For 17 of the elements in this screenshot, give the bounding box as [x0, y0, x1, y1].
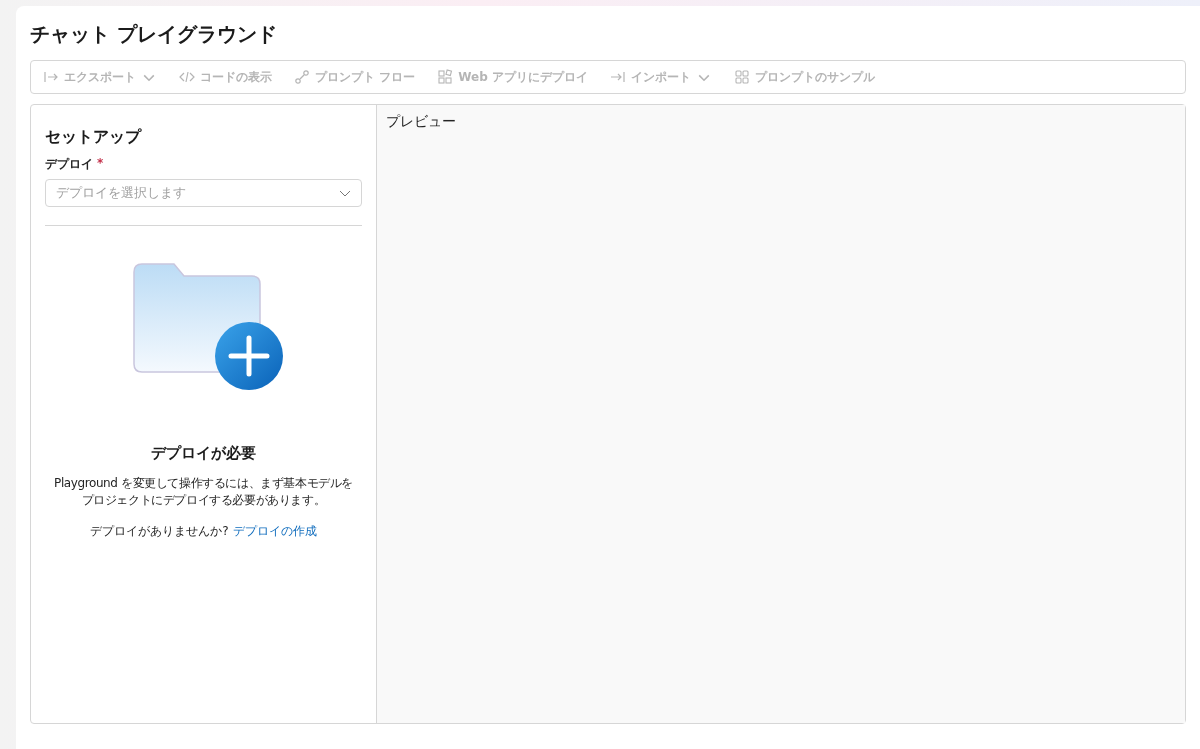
arrow-into-bar-icon [609, 69, 626, 85]
preview-title: プレビュー [386, 113, 457, 131]
arrow-right-bar-icon [43, 69, 59, 85]
code-icon [179, 69, 195, 85]
grid-icon [733, 69, 750, 85]
nodes-icon [294, 69, 310, 85]
app-grid-icon [437, 69, 454, 85]
empty-state-message: Playground を変更して操作するには、まず基本モデルを [54, 475, 353, 492]
page-title: チャット プレイグラウンド [30, 21, 278, 48]
deployment-dropdown[interactable]: デプロイを選択します [45, 179, 362, 207]
empty-state-heading: デプロイが必要 [151, 444, 256, 463]
field-label: デプロイ [45, 156, 93, 173]
empty-state-message: プロジェクトにデプロイする必要があります。 [81, 492, 326, 509]
prompt-text: デプロイがありませんか? [90, 523, 229, 540]
required-mark: * [97, 156, 104, 172]
create-deployment-link[interactable]: デプロイの作成 [232, 523, 317, 540]
section-title: セットアップ [45, 127, 143, 148]
